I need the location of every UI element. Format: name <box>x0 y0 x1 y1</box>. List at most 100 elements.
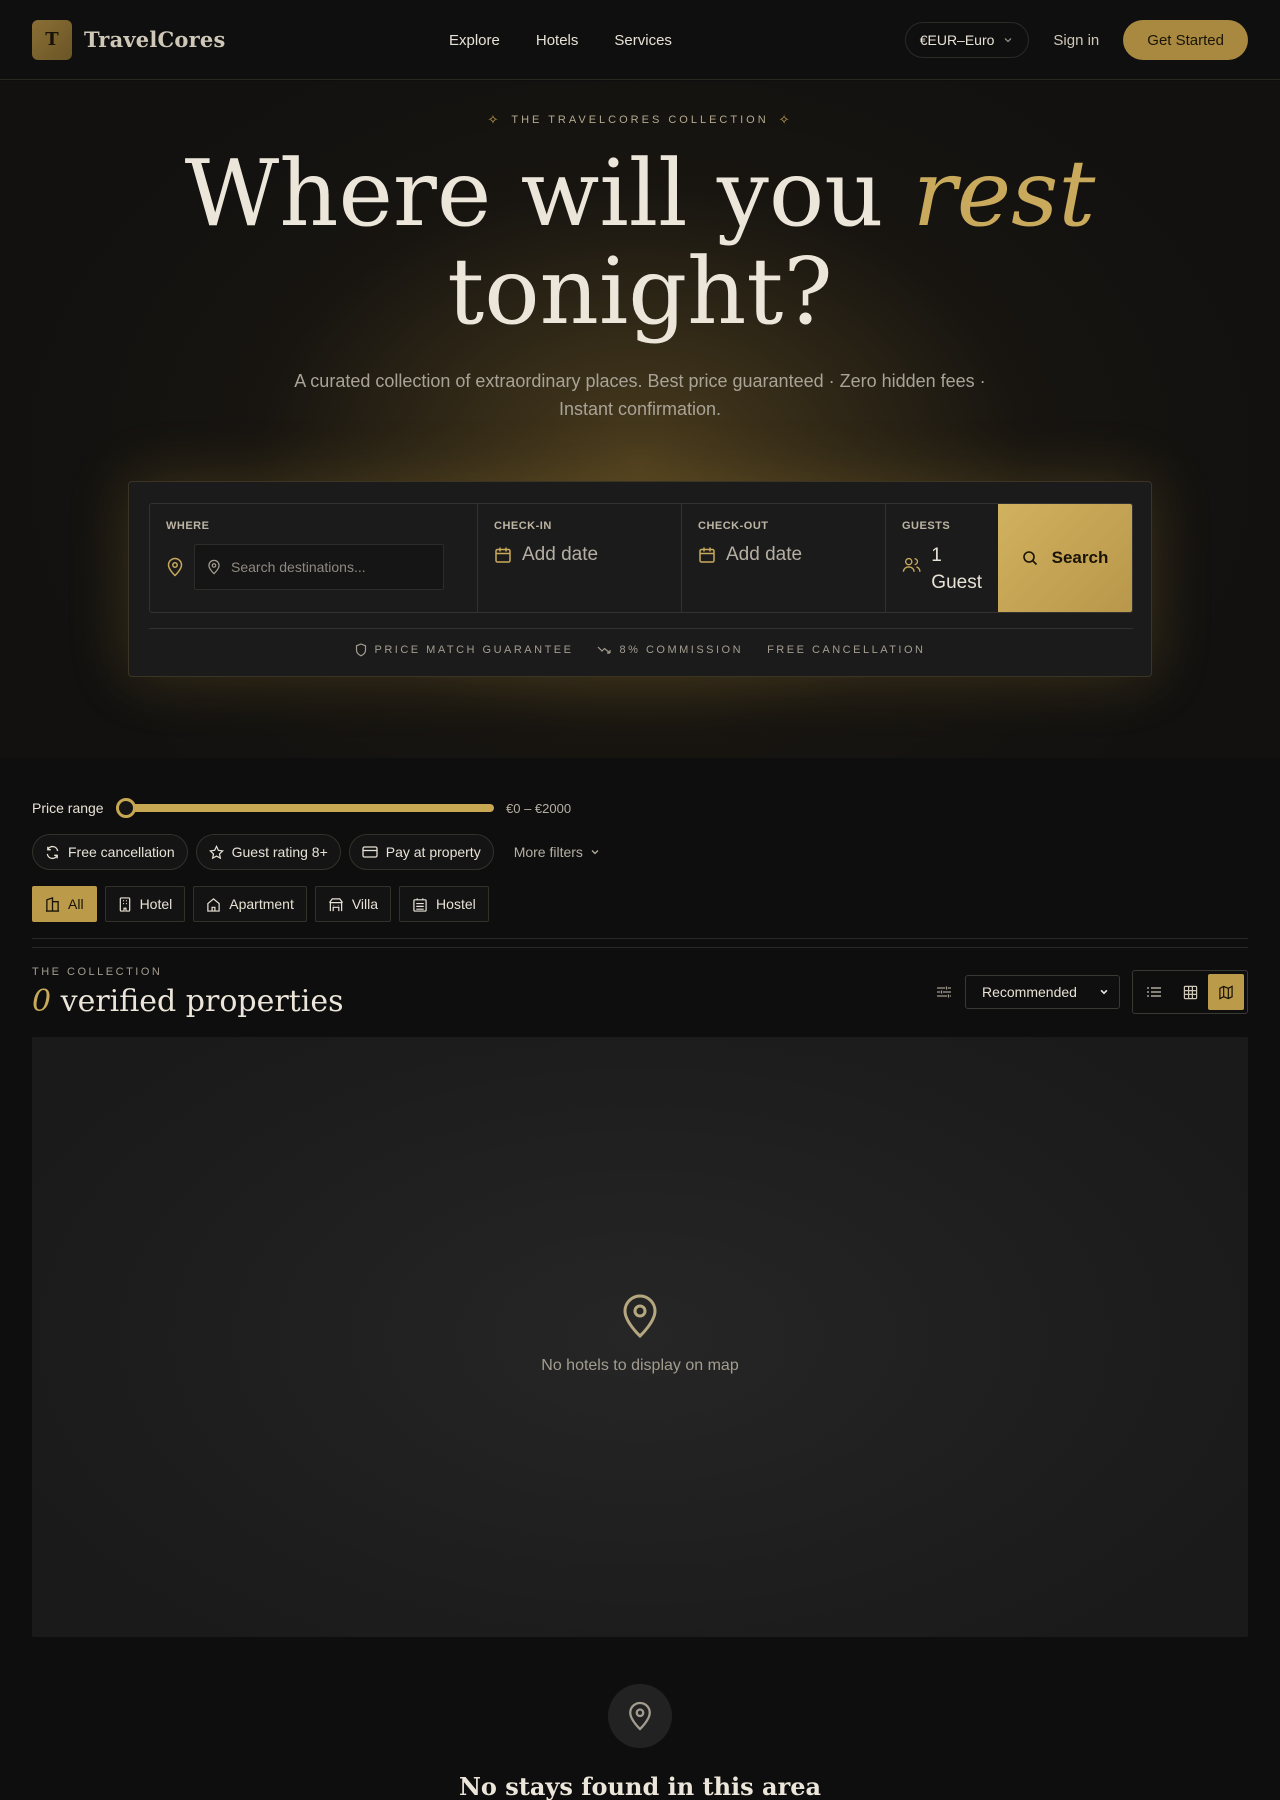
nav-services[interactable]: Services <box>614 32 672 49</box>
chip-pay-at-property-label: Pay at property <box>385 844 481 860</box>
type-apartment-label: Apartment <box>229 896 294 912</box>
more-filters-label: More filters <box>513 844 583 860</box>
price-range-value: €0 – €2000 <box>506 800 572 816</box>
logo-mark: T <box>32 19 72 60</box>
hotel-icon <box>119 896 130 912</box>
hero-title-line1: Where will you <box>184 140 884 247</box>
type-hotel[interactable]: Hotel <box>104 886 186 922</box>
map-pin-icon <box>208 559 220 575</box>
nav-hotels[interactable]: Hotels <box>536 32 579 49</box>
guests-field[interactable]: GUESTS 1 Guest <box>886 504 998 612</box>
type-all[interactable]: All <box>32 886 97 922</box>
slider-track <box>116 804 494 812</box>
trending-down-icon <box>598 646 612 654</box>
collection-title: 0 verified properties <box>32 984 344 1019</box>
property-count: 0 <box>32 984 52 1019</box>
where-label: WHERE <box>166 520 210 532</box>
credit-card-icon <box>362 846 378 858</box>
badge-price-match: PRICE MATCH GUARANTEE <box>355 643 574 657</box>
filter-chips: Free cancellation Guest rating 8+ Pay at… <box>32 834 601 870</box>
destination-search-input[interactable]: Search destinations... <box>194 544 444 590</box>
map-pin-icon <box>167 557 183 577</box>
hero-eyebrow-text: THE TRAVELCORES COLLECTION <box>511 114 769 126</box>
shield-icon <box>355 643 366 657</box>
chip-pay-at-property[interactable]: Pay at property <box>348 834 494 870</box>
map-panel[interactable]: No hotels to display on map <box>32 1037 1248 1637</box>
sparkle-icon: ✧ <box>487 112 502 127</box>
collection-eyebrow: THE COLLECTION <box>32 966 163 978</box>
type-all-label: All <box>68 896 84 912</box>
more-filters-button[interactable]: More filters <box>514 844 601 860</box>
badge-free-cancellation-text: FREE CANCELLATION <box>767 644 926 656</box>
check-out-field[interactable]: CHECK-OUT Add date <box>682 504 886 612</box>
type-apartment[interactable]: Apartment <box>193 886 307 922</box>
search-icon <box>1022 551 1037 566</box>
top-header: T TravelCores Explore Hotels Services €E… <box>0 0 1280 80</box>
view-toggle <box>1132 970 1248 1014</box>
search-button[interactable]: Search <box>998 504 1132 612</box>
slider-thumb[interactable] <box>116 798 136 818</box>
guests-unit: Guest <box>931 572 982 593</box>
sort-select[interactable]: Recommended <box>965 975 1120 1009</box>
badge-price-match-text: PRICE MATCH GUARANTEE <box>374 644 574 656</box>
map-pin-icon <box>623 1294 657 1339</box>
currency-label: €EUR–Euro <box>919 32 995 48</box>
property-type-tabs: All Hotel Apartment Villa Hostel <box>32 886 489 922</box>
map-view-button[interactable] <box>1208 974 1244 1010</box>
map-icon <box>1219 984 1233 1000</box>
map-pin-icon <box>629 1701 651 1731</box>
type-hotel-label: Hotel <box>139 896 173 912</box>
main-nav: Explore Hotels Services <box>449 0 672 80</box>
star-icon <box>208 844 224 859</box>
type-hostel[interactable]: Hostel <box>399 886 489 922</box>
currency-selector[interactable]: €EUR–Euro <box>904 22 1030 58</box>
calendar-icon <box>495 547 511 563</box>
sign-in-link[interactable]: Sign in <box>1053 32 1099 49</box>
chip-guest-rating-label: Guest rating 8+ <box>231 844 328 860</box>
price-range-filter: Price range €0 – €2000 <box>32 796 571 820</box>
buildings-icon <box>45 896 60 912</box>
guarantee-badges: PRICE MATCH GUARANTEE 8% COMMISSION FREE… <box>129 643 1151 657</box>
section-divider <box>32 938 1248 939</box>
chevron-down-icon <box>1004 38 1012 43</box>
type-villa[interactable]: Villa <box>314 886 392 922</box>
search-button-label: Search <box>1051 548 1109 567</box>
nav-explore[interactable]: Explore <box>449 32 500 49</box>
hero-section: ✧ THE TRAVELCORES COLLECTION ✧ Where wil… <box>0 81 1280 758</box>
results-toolbar: Recommended <box>935 970 1248 1014</box>
chip-guest-rating[interactable]: Guest rating 8+ <box>195 834 341 870</box>
chip-free-cancellation[interactable]: Free cancellation <box>32 834 188 870</box>
check-in-field[interactable]: CHECK-IN Add date <box>478 504 682 612</box>
section-divider <box>32 947 1248 948</box>
get-started-button[interactable]: Get Started <box>1123 20 1248 60</box>
type-hostel-label: Hostel <box>436 896 476 912</box>
hero-title-line2: tonight? <box>447 238 833 345</box>
hostel-icon <box>413 897 427 912</box>
list-icon <box>1147 987 1161 997</box>
sliders-icon[interactable] <box>935 983 953 1001</box>
home-icon <box>207 897 220 912</box>
list-view-button[interactable] <box>1136 974 1172 1010</box>
collection-title-text: verified properties <box>60 984 344 1019</box>
map-empty-state: No hotels to display on map <box>32 1293 1248 1375</box>
villa-icon <box>328 897 343 911</box>
check-in-label: CHECK-IN <box>494 520 552 532</box>
check-out-label: CHECK-OUT <box>698 520 769 532</box>
guests-count: 1 <box>931 545 942 566</box>
search-bar: WHERE Search destinations... CHECK-IN Ad… <box>149 503 1133 613</box>
calendar-icon <box>699 547 715 563</box>
card-divider <box>149 628 1133 629</box>
map-empty-text: No hotels to display on map <box>541 1357 739 1374</box>
price-range-slider[interactable] <box>116 796 494 820</box>
logo[interactable]: T TravelCores <box>32 19 225 60</box>
badge-commission-text: 8% COMMISSION <box>619 644 744 656</box>
header-actions: €EUR–Euro Sign in Get Started <box>904 0 1248 80</box>
users-icon <box>902 557 921 572</box>
guests-label: GUESTS <box>902 520 951 532</box>
chip-free-cancellation-label: Free cancellation <box>68 844 175 860</box>
sparkle-icon: ✧ <box>778 112 793 127</box>
chevron-down-icon <box>591 850 599 855</box>
hero-eyebrow: ✧ THE TRAVELCORES COLLECTION ✧ <box>0 112 1280 128</box>
grid-view-button[interactable] <box>1172 974 1208 1010</box>
hero-title-accent: rest <box>912 140 1096 247</box>
